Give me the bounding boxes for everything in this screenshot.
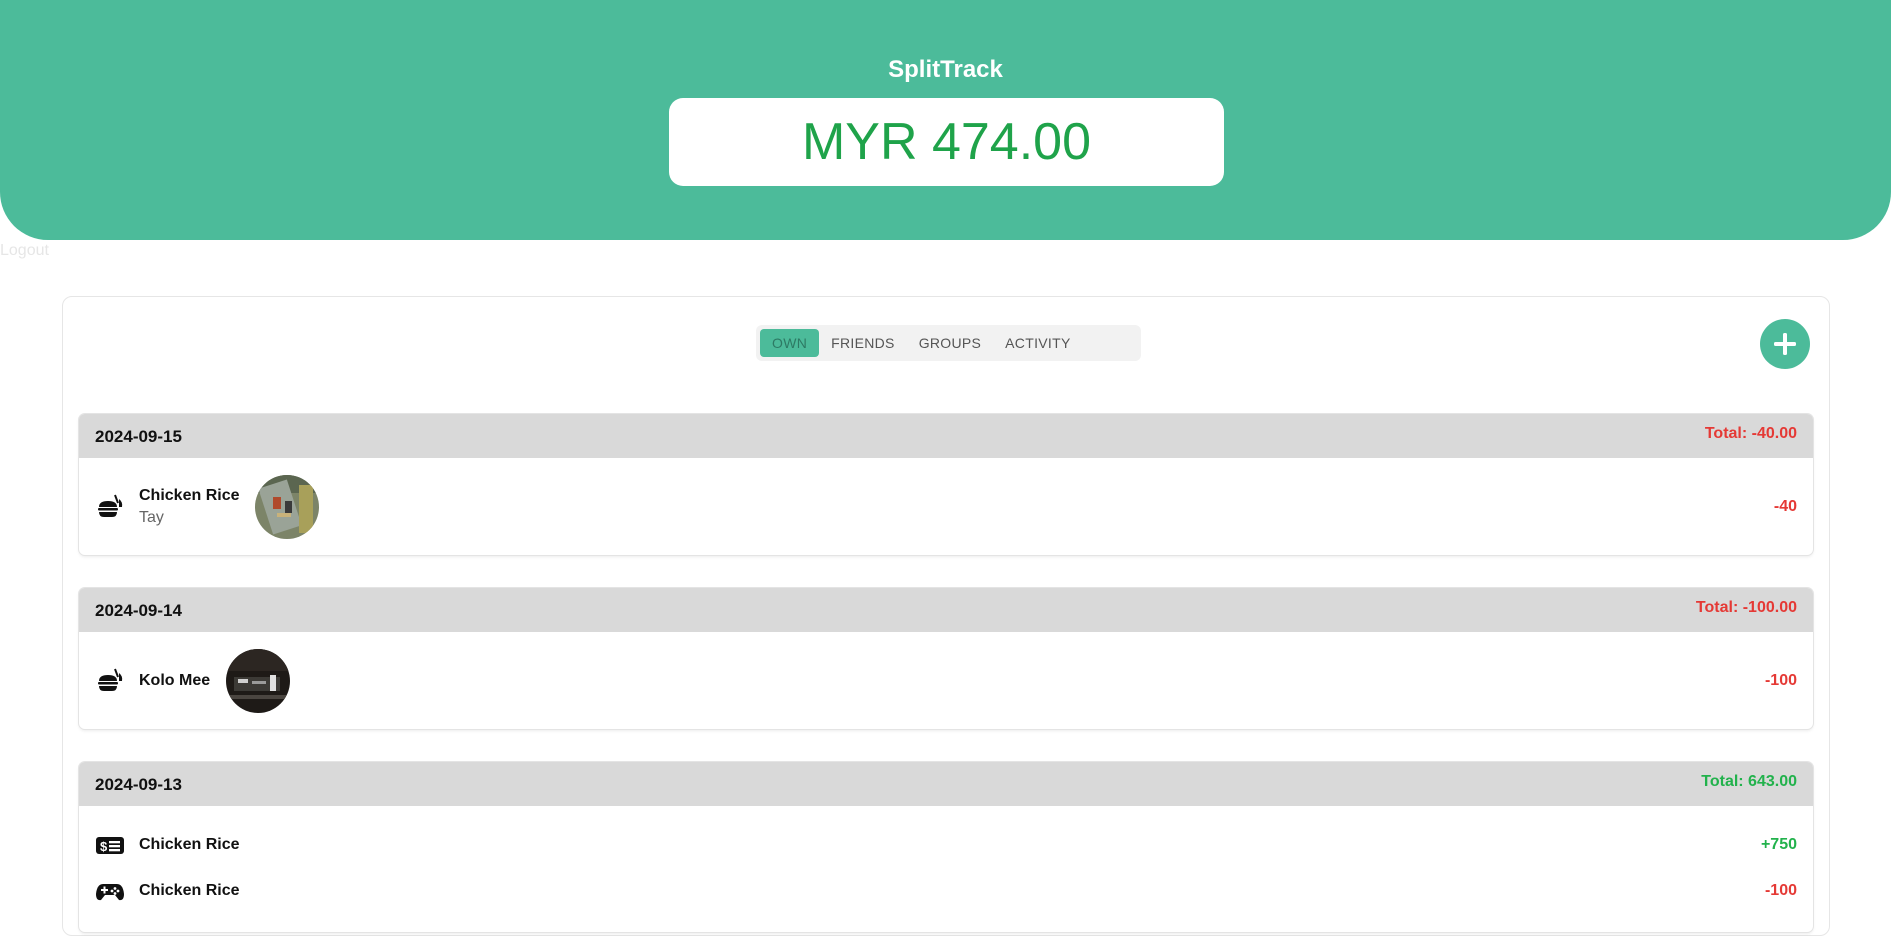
transaction-amount: -100 [1764, 671, 1797, 689]
transaction-text: Kolo Mee [139, 672, 210, 690]
transactions-panel: OWN FRIENDS GROUPS ACTIVITY 2024-09-15 T… [62, 296, 1830, 936]
transaction-text: Chicken Rice [139, 836, 239, 854]
transaction-row[interactable]: $ Chicken Rice +750 [79, 822, 1813, 868]
group-date: 2024-09-15 [95, 427, 182, 446]
transaction-text: Chicken Rice Tay [139, 487, 239, 527]
transaction-title: Chicken Rice [139, 486, 240, 504]
tab-friends[interactable]: FRIENDS [819, 329, 907, 357]
date-group-header: 2024-09-13 Total: 643.00 [79, 762, 1813, 806]
transaction-payer: Tay [139, 508, 164, 526]
date-group-header: 2024-09-15 Total: -40.00 [79, 414, 1813, 458]
tab-groups[interactable]: GROUPS [907, 329, 993, 357]
transaction-row[interactable]: Chicken Rice Tay -40 [79, 458, 1813, 555]
group-total: Total: -40.00 [1704, 425, 1797, 442]
balance-card: MYR 474.00 [669, 98, 1224, 186]
tab-own[interactable]: OWN [760, 329, 820, 357]
transaction-row[interactable]: Chicken Rice -100 [79, 868, 1813, 914]
tab-activity[interactable]: ACTIVITY [993, 329, 1082, 357]
date-group-header: 2024-09-14 Total: -100.00 [79, 588, 1813, 632]
add-expense-button[interactable] [1760, 319, 1810, 369]
balance-amount: MYR 474.00 [801, 113, 1092, 171]
tab-bar: OWN FRIENDS GROUPS ACTIVITY [756, 325, 1141, 361]
transaction-amount: -100 [1764, 882, 1797, 899]
date-group: 2024-09-15 Total: -40.00 Chicken Rice Ta… [79, 414, 1813, 555]
money-bill-icon: $ [95, 830, 125, 860]
app-title: SplitTrack [888, 56, 1003, 83]
group-total: Total: 643.00 [1701, 773, 1797, 790]
transaction-text: Chicken Rice [139, 882, 239, 900]
food-icon [95, 492, 125, 522]
receipt-thumbnail[interactable] [226, 648, 291, 713]
receipt-thumbnail[interactable] [255, 474, 320, 539]
logout-link[interactable]: Logout [0, 242, 49, 260]
group-date: 2024-09-14 [95, 601, 182, 620]
transaction-row[interactable]: Kolo Mee -100 [79, 632, 1813, 729]
date-group: 2024-09-14 Total: -100.00 Kolo Mee -100 [79, 588, 1813, 729]
transaction-amount: -40 [1773, 497, 1797, 515]
food-icon [95, 666, 125, 696]
svg-text:$: $ [100, 839, 108, 854]
transaction-title: Chicken Rice [139, 882, 240, 899]
gamepad-icon [95, 876, 125, 906]
group-date: 2024-09-13 [95, 775, 182, 794]
group-total: Total: -100.00 [1695, 599, 1797, 616]
transaction-title: Kolo Mee [139, 671, 211, 689]
plus-icon [1774, 333, 1796, 355]
app-header: SplitTrack MYR 474.00 [0, 0, 1891, 240]
transaction-title: Chicken Rice [139, 836, 240, 853]
date-group: 2024-09-13 Total: 643.00 $ Chicken Rice … [79, 762, 1813, 932]
transaction-amount: +750 [1760, 836, 1797, 853]
